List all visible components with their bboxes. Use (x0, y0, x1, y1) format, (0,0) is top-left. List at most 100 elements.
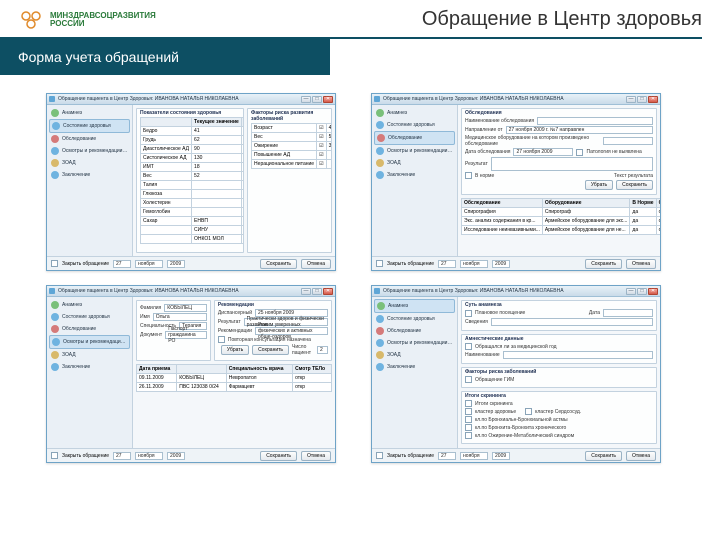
gim-checkbox[interactable] (465, 376, 472, 383)
cancel-button[interactable]: Отмена (626, 451, 656, 461)
rek-input[interactable]: Режим умеренных физических и активных об… (255, 327, 328, 335)
max-button[interactable]: □ (312, 96, 322, 103)
save-button[interactable]: Сохранить (252, 345, 289, 355)
table-row[interactable]: Ожирение☑3 (252, 142, 332, 151)
sidebar-item-obsled[interactable]: Обследование (374, 131, 455, 145)
vnorme-checkbox[interactable] (465, 172, 472, 179)
patol-checkbox[interactable] (576, 149, 583, 156)
table-row[interactable]: 26.11.2009ПВС 123038 0/24Фармацевтоткр (137, 383, 332, 392)
ref-input[interactable]: 27 ноября 2009 г. №7 направлен (506, 126, 653, 134)
table-row[interactable]: Исследование неинвазивными...Армейское о… (462, 226, 661, 235)
max-button[interactable]: □ (637, 96, 647, 103)
sidebar-item-zoad[interactable]: ЗОАД (49, 157, 130, 169)
sidebar-item-osmotr[interactable]: Осмотры и рекомендации врачей (49, 335, 130, 349)
sidebar-item-health[interactable]: Состояние здоровья (49, 119, 130, 133)
date-d[interactable]: 27 (113, 452, 131, 460)
date-d[interactable]: 27 (113, 260, 131, 268)
close-checkbox[interactable] (51, 452, 58, 459)
table-row[interactable]: Нерациональное питание☑ (252, 160, 332, 169)
date-m[interactable]: ноября (460, 452, 488, 460)
table-row[interactable]: ИМТ1820 (141, 163, 245, 172)
save-button[interactable]: Сохранить (585, 451, 622, 461)
date-y[interactable]: 2009 (492, 452, 510, 460)
chk[interactable] (525, 408, 532, 415)
date-y[interactable]: 2009 (167, 260, 185, 268)
date-m[interactable]: ноября (460, 260, 488, 268)
sidebar-item-osmotr[interactable]: Осмотры и рекомендации врачей (49, 145, 130, 157)
table-row[interactable]: Бедро41 (141, 127, 245, 136)
table-row[interactable]: Гемоглобин (141, 208, 245, 217)
sidebar-item-obsled[interactable]: Обследование (49, 323, 130, 335)
close-button[interactable]: ✕ (648, 288, 658, 295)
risk-table[interactable]: Возраст☑41 Вес☑52 Ожирение☑3 Повышение А… (251, 123, 332, 169)
table-row[interactable]: ОНКО1 МОЛ (141, 235, 245, 244)
clear-button[interactable]: Убрать (585, 180, 613, 190)
table-row[interactable]: Талия (141, 181, 245, 190)
clear-button[interactable]: Убрать (221, 345, 249, 355)
sidebar-item-zoad[interactable]: ЗОАД (374, 157, 455, 169)
chk[interactable] (465, 416, 472, 423)
plan-checkbox[interactable] (465, 310, 472, 317)
table-row[interactable]: Вес52 (141, 172, 245, 181)
sidebar-item-anamnez[interactable]: Анамнез (374, 107, 455, 119)
sidebar-item-zakl[interactable]: Заключение (374, 169, 455, 181)
table-row[interactable]: СпирографияСпирографдаоткр (462, 208, 661, 217)
indicators-table[interactable]: Текущее значение Норма/значения Бедро41 … (140, 117, 244, 244)
equip-input[interactable] (603, 137, 653, 145)
obsled-table[interactable]: ОбследованиеОборудованиеВ НормеСмотр ТЕЛ… (461, 198, 660, 235)
table-row[interactable]: Повышение АД☑ (252, 151, 332, 160)
date-d[interactable]: 27 (438, 260, 456, 268)
titlebar[interactable]: Обращение пациента в Центр Здоровья: ИВА… (372, 94, 660, 105)
table-row[interactable]: Грудь62 (141, 136, 245, 145)
close-checkbox[interactable] (51, 260, 58, 267)
table-row[interactable]: Систолическое АД130120 (141, 154, 245, 163)
sidebar-item-obsled[interactable]: Обследование (49, 133, 130, 145)
date-input[interactable] (603, 309, 653, 317)
sidebar-item-anamnez[interactable]: Анамнез (374, 299, 455, 313)
sidebar-item-osmotr[interactable]: Осмотры и рекомендации врачей (374, 145, 455, 157)
sidebar-item-anamnez[interactable]: Анамнез (49, 107, 130, 119)
sidebar-item-zakl[interactable]: Заключение (49, 361, 130, 373)
sidebar-item-zoad[interactable]: ЗОАД (49, 349, 130, 361)
date-m[interactable]: ноября (135, 260, 163, 268)
max-button[interactable]: □ (637, 288, 647, 295)
table-row[interactable]: Экс. анализ содержания в кр...Армейское … (462, 217, 661, 226)
titlebar[interactable]: Обращение пациента в Центр Здоровья: ИВА… (47, 94, 335, 105)
count-input[interactable]: 2 (317, 346, 328, 354)
pov-checkbox[interactable] (218, 336, 225, 343)
date-y[interactable]: 2009 (492, 260, 510, 268)
titlebar[interactable]: Обращение пациента в Центр Здоровья: ИВА… (372, 286, 660, 297)
visits-table[interactable]: Дата приемаСпециальность врачаСмотр ТЕЛо… (136, 364, 332, 392)
save-button[interactable]: Сохранить (260, 259, 297, 269)
chk[interactable] (465, 432, 472, 439)
sidebar-item-health[interactable]: Состояние здоровья (374, 119, 455, 131)
min-button[interactable]: — (301, 288, 311, 295)
sidebar-item-osmotr[interactable]: Осмотры и рекомендации врачей (374, 337, 455, 349)
sidebar-item-zakl[interactable]: Заключение (49, 169, 130, 181)
scr-checkbox[interactable] (465, 400, 472, 407)
table-row[interactable]: Диастолическое АД9080 (141, 145, 245, 154)
table-row[interactable]: Холестерин (141, 199, 245, 208)
name-input[interactable] (537, 117, 653, 125)
doc-input[interactable]: Паспорт гражданина PO (165, 331, 207, 339)
save-button[interactable]: Сохранить (616, 180, 653, 190)
min-button[interactable]: — (626, 288, 636, 295)
sidebar-item-health[interactable]: Состояние здоровья (374, 313, 455, 325)
result-input[interactable] (491, 157, 653, 171)
date-m[interactable]: ноября (135, 452, 163, 460)
nm-input[interactable] (503, 351, 653, 359)
max-button[interactable]: □ (312, 288, 322, 295)
save-button[interactable]: Сохранить (585, 259, 622, 269)
titlebar[interactable]: Обращение пациента в Центр Здоровья: ИВА… (47, 286, 335, 297)
close-checkbox[interactable] (376, 260, 383, 267)
date-y[interactable]: 2009 (167, 452, 185, 460)
table-row[interactable]: Глюкоза (141, 190, 245, 199)
sidebar-item-obsled[interactable]: Обследование (374, 325, 455, 337)
sidebar-item-zoad[interactable]: ЗОАД (374, 349, 455, 361)
fio-input[interactable]: КОБЫЛЕЦ (164, 304, 207, 312)
close-button[interactable]: ✕ (323, 96, 333, 103)
min-button[interactable]: — (301, 96, 311, 103)
chk[interactable] (465, 424, 472, 431)
chk[interactable] (465, 408, 472, 415)
obr-checkbox[interactable] (465, 343, 472, 350)
